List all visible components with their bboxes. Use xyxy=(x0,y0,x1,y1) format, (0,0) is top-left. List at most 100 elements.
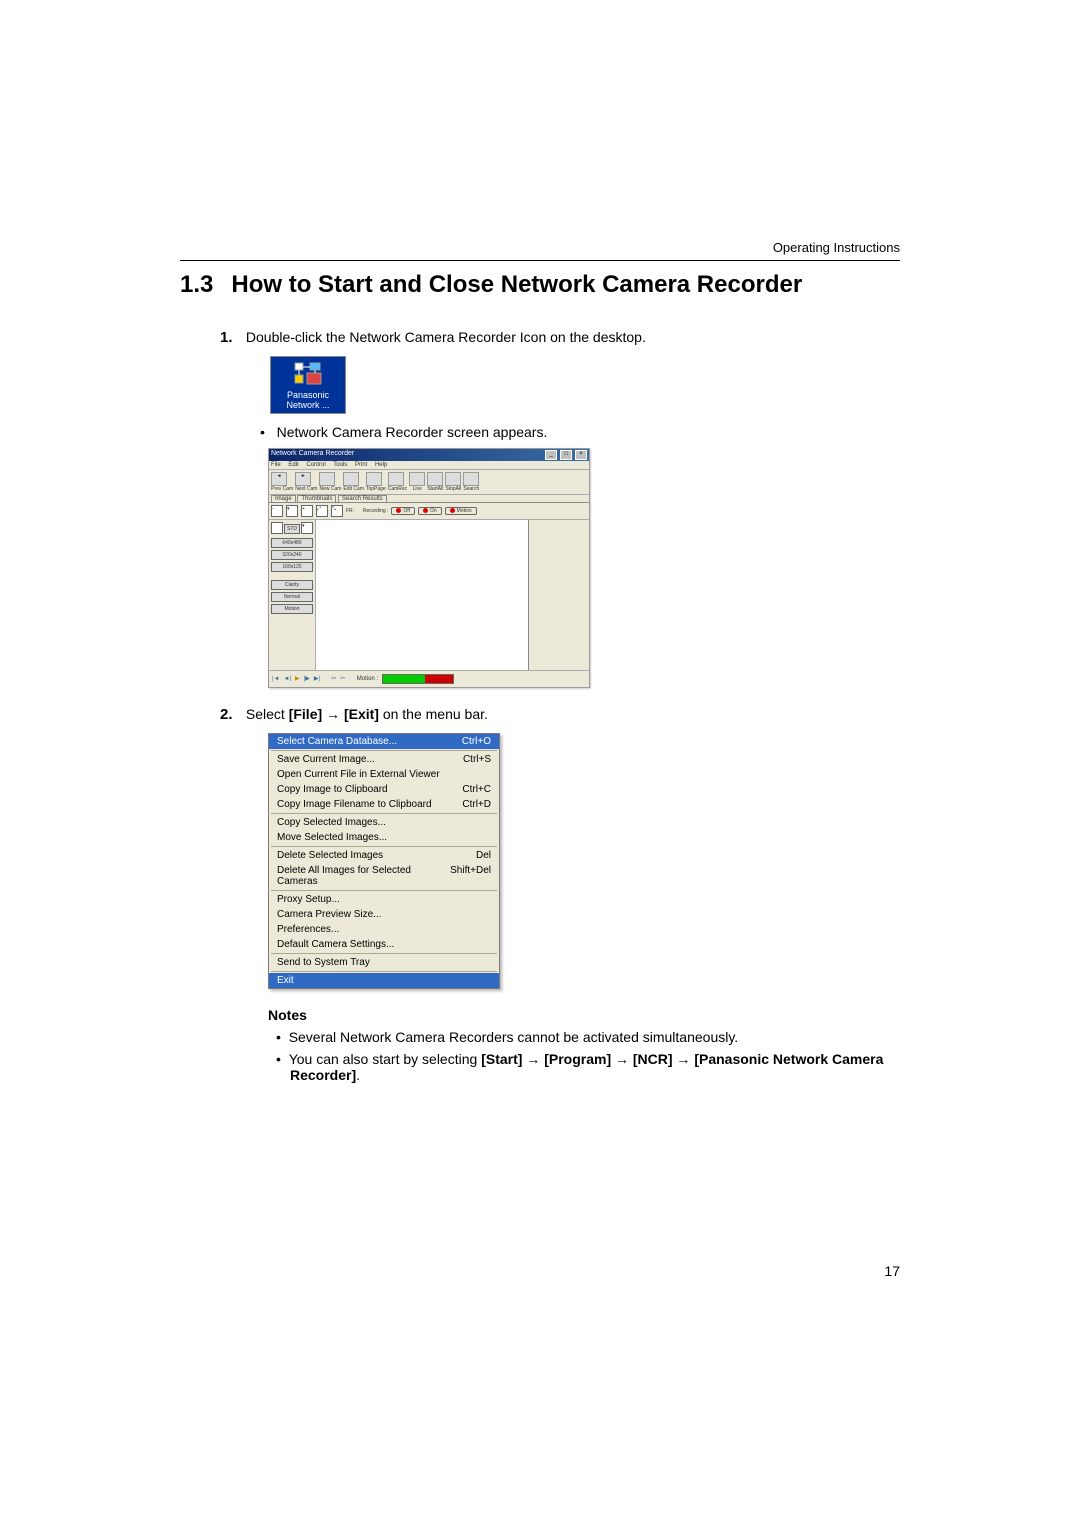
file-menu-item-shortcut: Del xyxy=(476,850,491,861)
desktop-icon[interactable]: Panasonic Network ... xyxy=(270,356,346,414)
file-menu-item[interactable]: Open Current File in External Viewer xyxy=(269,767,499,782)
quality-normal[interactable]: Normal xyxy=(271,592,313,602)
zoom-select[interactable]: ▾ xyxy=(286,505,298,517)
menu-tools[interactable]: Tools xyxy=(333,462,347,468)
tb-toppage[interactable]: TopPage xyxy=(366,472,386,492)
file-menu-item[interactable]: Proxy Setup... xyxy=(269,892,499,907)
camrec-icon xyxy=(388,472,404,486)
file-menu-item[interactable]: Move Selected Images... xyxy=(269,830,499,845)
menu-control[interactable]: Control xyxy=(306,462,325,468)
size-320[interactable]: 320x240 xyxy=(271,550,313,560)
zoom-in-icon[interactable]: + xyxy=(301,505,313,517)
side-blank[interactable] xyxy=(271,522,283,534)
window-buttons[interactable]: _ □ × xyxy=(544,450,587,460)
tb-new-cam[interactable]: New Cam xyxy=(319,472,341,492)
tb-next-cam[interactable]: ►Next Cam xyxy=(295,472,317,492)
prev-icon[interactable]: ◄| xyxy=(284,676,292,682)
file-menu-item-label: Send to System Tray xyxy=(277,957,370,968)
section-number: 1.3 xyxy=(180,271,213,299)
file-menu-item-label: Open Current File in External Viewer xyxy=(277,769,440,780)
step-2-exit: [Exit] xyxy=(344,706,379,722)
rec-motion-button[interactable]: Motion xyxy=(445,507,477,515)
next-icon[interactable]: |▶ xyxy=(304,675,310,682)
last-icon[interactable]: ▶| xyxy=(314,675,320,682)
tb-camrec[interactable]: CamRec xyxy=(388,472,407,492)
toppage-icon xyxy=(366,472,382,486)
menu-print[interactable]: Print xyxy=(355,462,367,468)
rec-off-button[interactable]: Off xyxy=(391,507,415,515)
file-menu-item-label: Delete All Images for Selected Cameras xyxy=(277,865,450,887)
tb-edit-cam[interactable]: Edit Cam xyxy=(343,472,364,492)
file-menu-item[interactable]: Select Camera Database...Ctrl+O xyxy=(269,734,499,749)
file-menu-item[interactable]: Send to System Tray xyxy=(269,955,499,970)
tab-thumbnails[interactable]: Thumbnails xyxy=(297,495,336,502)
n2-period: . xyxy=(356,1067,360,1083)
file-menu-item[interactable]: Copy Image Filename to ClipboardCtrl+D xyxy=(269,797,499,812)
quality-clarity[interactable]: Clarity xyxy=(271,580,313,590)
close-icon[interactable]: × xyxy=(575,450,587,460)
first-icon[interactable]: |◄ xyxy=(272,676,280,682)
file-menu-item-label: Camera Preview Size... xyxy=(277,909,381,920)
cut-end-icon[interactable]: ✂ xyxy=(340,675,345,682)
file-menu-divider xyxy=(271,890,497,891)
bullet-1-text: Network Camera Recorder screen appears. xyxy=(277,424,548,440)
file-menu-divider xyxy=(271,750,497,751)
top-divider xyxy=(180,260,900,261)
tb-stopall[interactable]: StopAll xyxy=(445,472,461,492)
file-menu-divider xyxy=(271,846,497,847)
cut-start-icon[interactable]: ✂ xyxy=(331,675,336,682)
zoom-actual-icon[interactable]: ⤢ xyxy=(316,505,328,517)
side-std[interactable]: STD xyxy=(284,524,300,534)
zoom-out-icon[interactable]: - xyxy=(271,505,283,517)
file-menu-item-label: Delete Selected Images xyxy=(277,850,383,861)
minimize-icon[interactable]: _ xyxy=(545,450,557,460)
file-menu-item-label: Exit xyxy=(277,975,294,986)
file-menu-item[interactable]: Save Current Image...Ctrl+S xyxy=(269,752,499,767)
size-640[interactable]: 640x480 xyxy=(271,538,313,548)
rec-on-button[interactable]: On xyxy=(418,507,442,515)
size-160[interactable]: 160x120 xyxy=(271,562,313,572)
fr-label: FR: xyxy=(346,508,354,514)
n2-start: [Start] xyxy=(481,1051,522,1067)
maximize-icon[interactable]: □ xyxy=(560,450,572,460)
file-menu-item-label: Proxy Setup... xyxy=(277,894,340,905)
tab-search-results[interactable]: Search Results xyxy=(338,495,387,502)
file-menu-item[interactable]: Delete All Images for Selected CamerasSh… xyxy=(269,863,499,889)
file-menu-item[interactable]: Copy Selected Images... xyxy=(269,815,499,830)
file-menu-item[interactable]: Preferences... xyxy=(269,922,499,937)
app-window-screenshot: Network Camera Recorder _ □ × File Edit … xyxy=(268,448,590,688)
file-menu-item[interactable]: Exit xyxy=(269,973,499,988)
menu-bar[interactable]: File Edit Control Tools Print Help xyxy=(269,461,589,470)
n2-program: [Program] xyxy=(544,1051,611,1067)
n2-ncr: [NCR] xyxy=(633,1051,673,1067)
tab-image[interactable]: Image xyxy=(271,495,296,502)
tb-search[interactable]: Search xyxy=(463,472,479,492)
tb-prev-cam[interactable]: ◄Prev Cam xyxy=(271,472,293,492)
zoom-fit-icon[interactable]: ⤡ xyxy=(331,505,343,517)
file-menu-item[interactable]: Copy Image to ClipboardCtrl+C xyxy=(269,782,499,797)
file-menu-screenshot: Select Camera Database...Ctrl+O Save Curr… xyxy=(268,733,500,989)
camera-edit-icon xyxy=(343,472,359,486)
file-menu-item[interactable]: Delete Selected Images Del xyxy=(269,848,499,863)
play-icon[interactable]: ▶ xyxy=(295,675,300,682)
motion-bar[interactable] xyxy=(382,674,454,684)
step-2-number: 2. xyxy=(220,706,242,723)
arrow-right-icon: ► xyxy=(295,472,311,486)
menu-edit[interactable]: Edit xyxy=(288,462,298,468)
step-2: 2. Select [File] → [Exit] on the menu ba… xyxy=(220,706,900,723)
quality-motion[interactable]: Motion xyxy=(271,604,313,614)
note-1-text: Several Network Camera Recorders cannot … xyxy=(289,1029,739,1045)
motion-label: Motion : xyxy=(357,676,378,682)
menu-file[interactable]: File xyxy=(271,462,281,468)
file-menu-item[interactable]: Default Camera Settings... xyxy=(269,937,499,952)
camera-add-icon xyxy=(319,472,335,486)
tb-startall[interactable]: StartAll xyxy=(427,472,443,492)
image-canvas xyxy=(316,520,528,670)
file-menu-divider xyxy=(271,971,497,972)
note-2-pre: You can also start by selecting xyxy=(289,1051,482,1067)
main-area: STD▾ 640x480 320x240 160x120 Clarity Nor… xyxy=(269,520,589,670)
menu-help[interactable]: Help xyxy=(375,462,387,468)
tb-live[interactable]: Live xyxy=(409,472,425,492)
side-drop[interactable]: ▾ xyxy=(301,522,313,534)
file-menu-item[interactable]: Camera Preview Size... xyxy=(269,907,499,922)
